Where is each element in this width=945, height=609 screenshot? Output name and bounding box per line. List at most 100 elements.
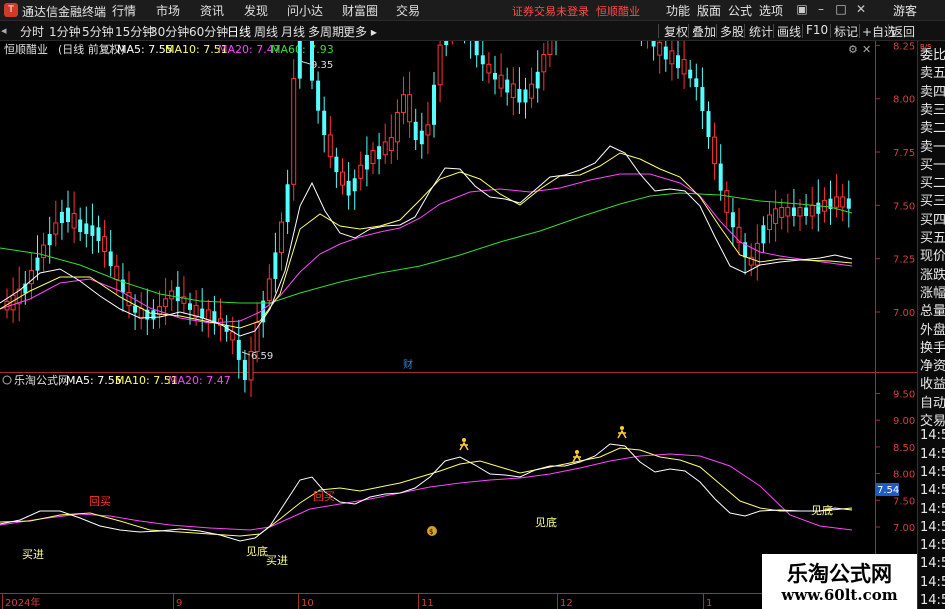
candle-body	[480, 55, 485, 65]
side-panel-item: 14:56	[920, 519, 945, 535]
draw-line-button[interactable]: 画线	[777, 23, 801, 40]
svg-text:$: $	[429, 528, 433, 536]
tab-5min[interactable]: 5分钟	[82, 23, 114, 40]
price-tick-label: 7.75	[893, 148, 915, 159]
return-button[interactable]: 返回	[891, 23, 915, 40]
close-icon[interactable]: ✕	[852, 2, 870, 16]
candle-body	[279, 221, 284, 253]
side-panel-item: 外盘	[920, 322, 945, 338]
candle-body	[816, 202, 821, 214]
settings-gear-icon[interactable]: ⚙	[848, 43, 858, 56]
toolbar-separator	[744, 24, 745, 38]
candle-body	[401, 94, 406, 114]
overlay-button[interactable]: 叠加	[692, 23, 716, 40]
side-panel-item[interactable]: 交易	[920, 410, 945, 429]
watermark-box: 乐淘公式网 www.60lt.com	[762, 554, 917, 609]
adjust-button[interactable]: 复权	[664, 23, 688, 40]
time-tick-label: 11	[421, 598, 434, 609]
candle-body	[510, 83, 516, 98]
minimize-icon[interactable]: –	[812, 2, 830, 16]
stats-button[interactable]: 统计	[749, 23, 773, 40]
finance-event-marker[interactable]: 财	[403, 358, 413, 371]
candle-body	[779, 206, 785, 218]
candle-body	[724, 190, 730, 213]
side-panel-item[interactable]: 自动	[920, 392, 945, 411]
candle-body	[10, 294, 16, 311]
mark-button[interactable]: 标记	[834, 23, 858, 40]
candle-body	[291, 78, 297, 185]
restore-icon[interactable]: □	[832, 2, 850, 16]
back-arrow-icon[interactable]: ◂	[1, 24, 7, 37]
candle-body	[651, 41, 656, 47]
tab-30min[interactable]: 30分钟	[150, 23, 189, 40]
candle-body	[96, 227, 101, 241]
price-tick-label: 8.25	[893, 41, 915, 52]
toolbar-separator	[688, 24, 689, 38]
toolbar-separator	[802, 24, 803, 38]
candle-body	[444, 41, 449, 46]
tab-multi-period[interactable]: 多周期	[308, 23, 344, 40]
menu-discover[interactable]: 发现	[244, 2, 268, 19]
candle-body	[706, 111, 711, 138]
candle-body	[47, 234, 52, 246]
f10-button[interactable]: F10	[806, 23, 828, 37]
period-label: (日线 前复权)	[58, 42, 125, 56]
side-panel-item: 买四	[920, 212, 945, 228]
candle-body	[840, 196, 846, 208]
panel-close-icon[interactable]: ✕	[862, 43, 871, 56]
menu-options[interactable]: 选项	[759, 2, 783, 19]
low-price-label: 6.59	[251, 351, 273, 362]
candle-body	[785, 206, 791, 217]
multi-stock-button[interactable]: 多股	[720, 23, 744, 40]
menu-news[interactable]: 资讯	[200, 2, 224, 19]
side-panel-item: 买三	[920, 194, 945, 210]
candle-body	[346, 180, 351, 196]
tab-more[interactable]: 更多 ▸	[343, 23, 377, 40]
candle-body	[334, 156, 339, 173]
sub-chart-header: 乐淘公式网 MA5: 7.55 MA10: 7.51 MA20: 7.47	[2, 374, 231, 387]
menu-function[interactable]: 功能	[666, 2, 690, 19]
high-price-label: 9.35	[311, 60, 333, 71]
candle-body	[432, 84, 436, 125]
trade-login-warning[interactable]: 证券交易未登录 恒顺醋业	[512, 3, 640, 19]
menu-quotes[interactable]: 行情	[112, 2, 136, 19]
ma60-label: MA60: 7.93	[271, 43, 334, 56]
candle-body	[364, 154, 369, 170]
menu-trade[interactable]: 交易	[396, 2, 420, 19]
candle-body	[394, 112, 400, 143]
candle-body	[273, 252, 278, 279]
candle-body	[773, 208, 779, 224]
stock-name: 恒顺醋业	[4, 42, 48, 56]
tab-monthly[interactable]: 月线	[281, 23, 305, 40]
skin-icon[interactable]: ▣	[793, 2, 811, 16]
tab-timeshare[interactable]: 分时	[20, 23, 44, 40]
candle-body	[114, 265, 120, 281]
title-bar: T 通达信金融终端 行情 市场 资讯 发现 问小达 财富圈 交易 证券交易未登录…	[0, 0, 945, 21]
guest-label[interactable]: 游客	[893, 2, 917, 19]
candle-body	[413, 121, 418, 140]
candle-body	[505, 79, 510, 93]
candle-body	[340, 171, 345, 186]
menu-wealth[interactable]: 财富圈	[342, 2, 378, 19]
tab-daily[interactable]: 日线	[227, 23, 251, 40]
candle-body	[681, 59, 687, 75]
menu-layout[interactable]: 版面	[697, 2, 721, 19]
tab-weekly[interactable]: 周线	[254, 23, 278, 40]
menu-ask[interactable]: 问小达	[287, 2, 323, 19]
menu-market[interactable]: 市场	[156, 2, 180, 19]
current-value-tag: 7.54	[876, 483, 899, 496]
menu-formula[interactable]: 公式	[728, 2, 752, 19]
side-panel-item: 卖一	[920, 139, 945, 155]
signal-buy-in: 买进	[22, 548, 44, 561]
price-tick-label: 8.00	[893, 95, 915, 106]
sub-ma20-label: MA20: 7.47	[168, 374, 231, 387]
tab-60min[interactable]: 60分钟	[189, 23, 228, 40]
tab-15min[interactable]: 15分钟	[115, 23, 154, 40]
kline-chart-area[interactable]: 恒顺醋业 (日线 前复权) MA5: 7.55 MA10: 7.51 MA20:…	[0, 41, 917, 609]
chart-background	[0, 41, 917, 609]
candle-body	[151, 310, 156, 320]
candle-body	[297, 41, 302, 79]
candle-body	[834, 196, 840, 208]
side-panel-item: 14:56	[920, 593, 945, 608]
tab-1min[interactable]: 1分钟	[49, 23, 81, 40]
